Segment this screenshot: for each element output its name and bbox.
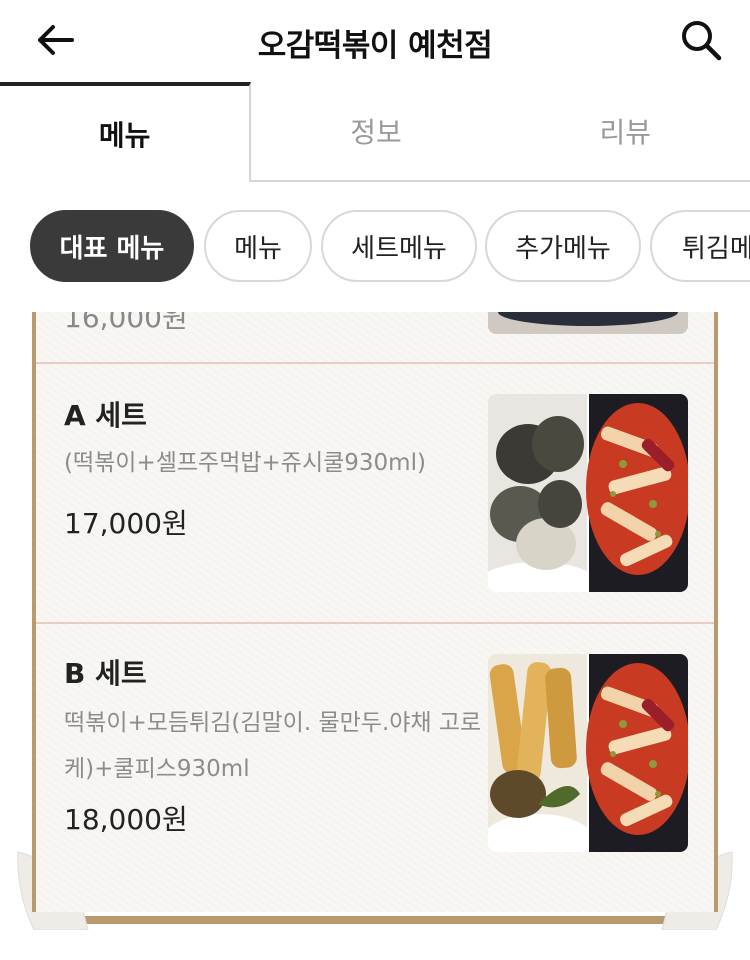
menu-item-image[interactable] — [488, 394, 688, 592]
chip-set-menu[interactable]: 세트메뉴 — [321, 210, 477, 282]
chip-fried-menu[interactable]: 튀김메 — [650, 210, 750, 282]
item-name: B 세트 — [64, 657, 147, 690]
tab-menu[interactable]: 메뉴 — [0, 82, 252, 182]
tab-info[interactable]: 정보 — [251, 82, 501, 182]
chip-featured-menu[interactable]: 대표 메뉴 — [30, 210, 194, 282]
chip-menu[interactable]: 메뉴 — [204, 210, 312, 282]
menu-item-image[interactable] — [488, 654, 688, 852]
fried-food-and-tteokbokki-photo — [488, 654, 688, 852]
app-header: 오감떡볶이 예천점 — [0, 0, 750, 82]
item-price: 17,000원 — [64, 507, 188, 540]
search-icon — [682, 21, 722, 61]
food-photo — [488, 312, 688, 334]
item-price: 16,000원 — [64, 301, 188, 334]
search-button[interactable] — [676, 16, 726, 64]
item-divider — [36, 362, 714, 364]
category-chips: 대표 메뉴 메뉴 세트메뉴 추가메뉴 튀김메 — [0, 210, 750, 284]
item-description: 떡볶이+모듬튀김(김말이. 물만두.야채 고로케)+쿨피스930ml — [64, 710, 482, 782]
tab-reviews[interactable]: 리뷰 — [500, 82, 750, 182]
tab-bar: 메뉴 정보 리뷰 — [0, 82, 750, 182]
item-divider — [36, 622, 714, 624]
menu-item-image[interactable] — [488, 312, 688, 334]
chip-extra-menu[interactable]: 추가메뉴 — [485, 210, 641, 282]
page-title: 오감떡볶이 예천점 — [257, 28, 493, 64]
item-description: (떡볶이+셀프주먹밥+쥬시쿨930ml) — [64, 450, 426, 476]
menu-board: 16,000원 A 세트 (떡볶이+셀프주먹밥+쥬시쿨930ml) 17,000… — [14, 312, 736, 930]
rice-ball-and-tteokbokki-photo — [488, 394, 688, 592]
item-price: 18,000원 — [64, 803, 188, 836]
item-name: A 세트 — [64, 399, 147, 432]
